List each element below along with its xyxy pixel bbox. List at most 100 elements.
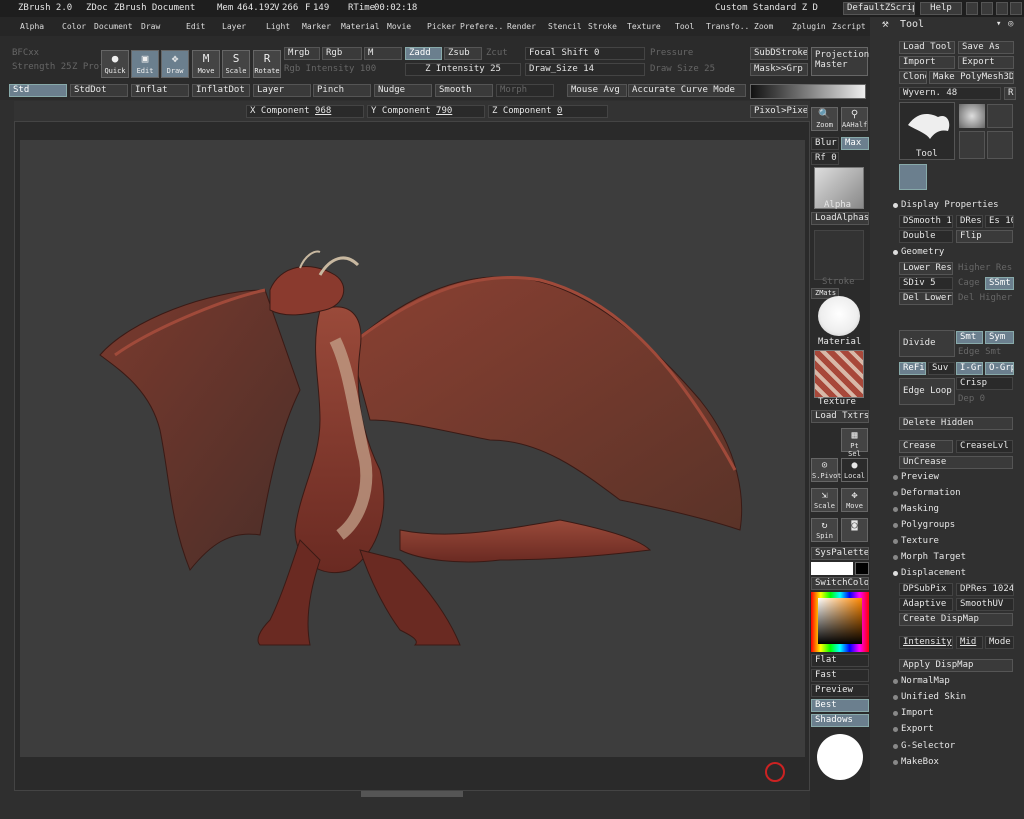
preview-header[interactable]: Preview: [901, 472, 939, 483]
rotate-button[interactable]: R Rotate: [253, 50, 281, 78]
export-header[interactable]: Export: [901, 724, 934, 735]
import-header[interactable]: Import: [901, 708, 934, 719]
stroke-inflat-button[interactable]: Inflat: [131, 84, 189, 97]
scale-button[interactable]: S Scale: [222, 50, 250, 78]
apply-dispmap-button[interactable]: Apply DispMap: [899, 659, 1013, 672]
dragon-model[interactable]: [20, 140, 805, 757]
menu-prefere[interactable]: Prefere..: [460, 17, 503, 36]
uncrease-button[interactable]: UnCrease: [899, 456, 1013, 469]
igrp-button[interactable]: I-Grp: [956, 362, 983, 375]
menu-material[interactable]: Material: [341, 17, 380, 36]
stroke-std-button[interactable]: Std: [9, 84, 67, 97]
geometry-header[interactable]: Geometry: [901, 247, 944, 258]
zadd-button[interactable]: Zadd: [405, 47, 442, 60]
stroke-thumbnail[interactable]: [814, 230, 864, 280]
capsule-tool-icon[interactable]: [987, 131, 1013, 159]
brush-tool-icon[interactable]: [959, 131, 985, 159]
sphere3d-tool-icon[interactable]: [959, 104, 985, 128]
cylinder-tool-icon[interactable]: [987, 104, 1013, 128]
zsub-button[interactable]: Zsub: [444, 47, 482, 60]
clone-button[interactable]: Clone: [899, 71, 927, 84]
sym-button[interactable]: Sym: [985, 331, 1014, 344]
maximize-button[interactable]: [981, 2, 993, 15]
es-slider[interactable]: Es 10: [985, 215, 1014, 228]
current-tool-slider[interactable]: Wyvern. 48: [899, 87, 1001, 100]
suv-button[interactable]: Suv: [928, 362, 955, 375]
custom-layout[interactable]: Custom Standard Z D: [715, 3, 818, 14]
normalmap-header[interactable]: NormalMap: [901, 676, 950, 687]
local-button[interactable]: ● Local: [841, 458, 868, 482]
r-button[interactable]: R: [1004, 87, 1016, 100]
mid-slider[interactable]: Mid: [956, 636, 983, 649]
texture-label[interactable]: Texture: [818, 397, 856, 408]
stroke-stddot-button[interactable]: StdDot: [70, 84, 128, 97]
secondary-color-swatch[interactable]: [855, 562, 869, 575]
stroke-pinch-button[interactable]: Pinch: [313, 84, 371, 97]
menu-layer[interactable]: Layer: [222, 17, 246, 36]
y-component[interactable]: Y Component 790: [367, 105, 485, 118]
divide-button[interactable]: Divide: [899, 330, 955, 357]
load-txtrs-button[interactable]: Load Txtrs: [811, 410, 869, 423]
gselector-header[interactable]: G-Selector: [901, 741, 955, 752]
rf-slider[interactable]: Rf 0: [811, 152, 839, 165]
menu-stencil[interactable]: Stencil: [548, 17, 582, 36]
stroke-smooth-button[interactable]: Smooth: [435, 84, 493, 97]
smoothuv-button[interactable]: SmoothUV: [956, 598, 1014, 611]
flat-button[interactable]: Flat: [811, 654, 869, 667]
dpres-slider[interactable]: DPRes 1024: [956, 583, 1014, 596]
rgb-button[interactable]: Rgb: [322, 47, 362, 60]
masking-header[interactable]: Masking: [901, 504, 939, 515]
load-alphas-button[interactable]: LoadAlphas: [811, 212, 869, 225]
z-component[interactable]: Z Component 0: [488, 105, 608, 118]
import-button[interactable]: Import: [899, 56, 955, 69]
deformation-header[interactable]: Deformation: [901, 488, 961, 499]
color-picker-square[interactable]: [818, 598, 862, 644]
zcut-button[interactable]: Zcut: [486, 48, 508, 59]
save-as-button[interactable]: Save As: [958, 41, 1014, 54]
stroke-inflatdot-button[interactable]: InflatDot: [192, 84, 250, 97]
menu-color[interactable]: Color: [62, 17, 86, 36]
draw-size-slider[interactable]: Draw_Size 14: [525, 63, 645, 76]
make-polymesh-button[interactable]: Make PolyMesh3D: [929, 71, 1014, 84]
tray-move-button[interactable]: ✥ Move: [841, 488, 868, 512]
adaptive-button[interactable]: Adaptive: [899, 598, 953, 611]
edit-button[interactable]: ▣ Edit: [131, 50, 159, 78]
creaselvl-slider[interactable]: CreaseLvl: [956, 440, 1013, 453]
stroke-layer-button[interactable]: Layer: [253, 84, 311, 97]
del-lower-button[interactable]: Del Lower: [899, 292, 953, 305]
light-sphere[interactable]: [817, 734, 863, 780]
spin-button[interactable]: ↻ Spin: [811, 518, 838, 542]
polygroups-header[interactable]: Polygroups: [901, 520, 955, 531]
morph-target-header[interactable]: Morph Target: [901, 552, 966, 563]
switchcolor-button[interactable]: SwitchColor: [811, 577, 869, 590]
quick-button[interactable]: ● Quick: [101, 50, 129, 78]
syspalette-button[interactable]: SysPalette: [811, 547, 869, 560]
menu-zplugin[interactable]: Zplugin: [792, 17, 826, 36]
unified-skin-header[interactable]: Unified Skin: [901, 692, 966, 703]
selected-tool-mini[interactable]: [899, 164, 927, 190]
menu-texture[interactable]: Texture: [627, 17, 661, 36]
minimize-button[interactable]: [966, 2, 978, 15]
tray-scale-button[interactable]: ⇲ Scale: [811, 488, 838, 512]
fast-button[interactable]: Fast: [811, 669, 869, 682]
max-button[interactable]: Max: [841, 137, 869, 150]
accurate-curve-button[interactable]: Accurate Curve Mode: [628, 84, 746, 97]
pt-sel-button[interactable]: ▦ Pt Sel: [841, 428, 868, 458]
menu-document[interactable]: Document: [94, 17, 133, 36]
tool-thumbnail[interactable]: Tool: [899, 102, 955, 160]
snapshot-button[interactable]: ◙: [841, 518, 868, 542]
menu-marker[interactable]: Marker: [302, 17, 331, 36]
makebox-header[interactable]: MakeBox: [901, 757, 939, 768]
move-button[interactable]: M Move: [192, 50, 220, 78]
dres-button[interactable]: DRes: [956, 215, 983, 228]
close-button[interactable]: [1010, 2, 1022, 15]
document-canvas[interactable]: [20, 140, 805, 782]
primary-color-swatch[interactable]: [811, 562, 853, 575]
menu-picker[interactable]: Picker: [427, 17, 456, 36]
help-button[interactable]: Help: [920, 2, 962, 15]
draw-button[interactable]: ✥ Draw: [161, 50, 189, 78]
spivot-button[interactable]: ⊙ S.Pivot: [811, 458, 842, 482]
smt-button[interactable]: Smt: [956, 331, 983, 344]
cage-button[interactable]: Cage: [958, 278, 980, 289]
m-button[interactable]: M: [364, 47, 402, 60]
